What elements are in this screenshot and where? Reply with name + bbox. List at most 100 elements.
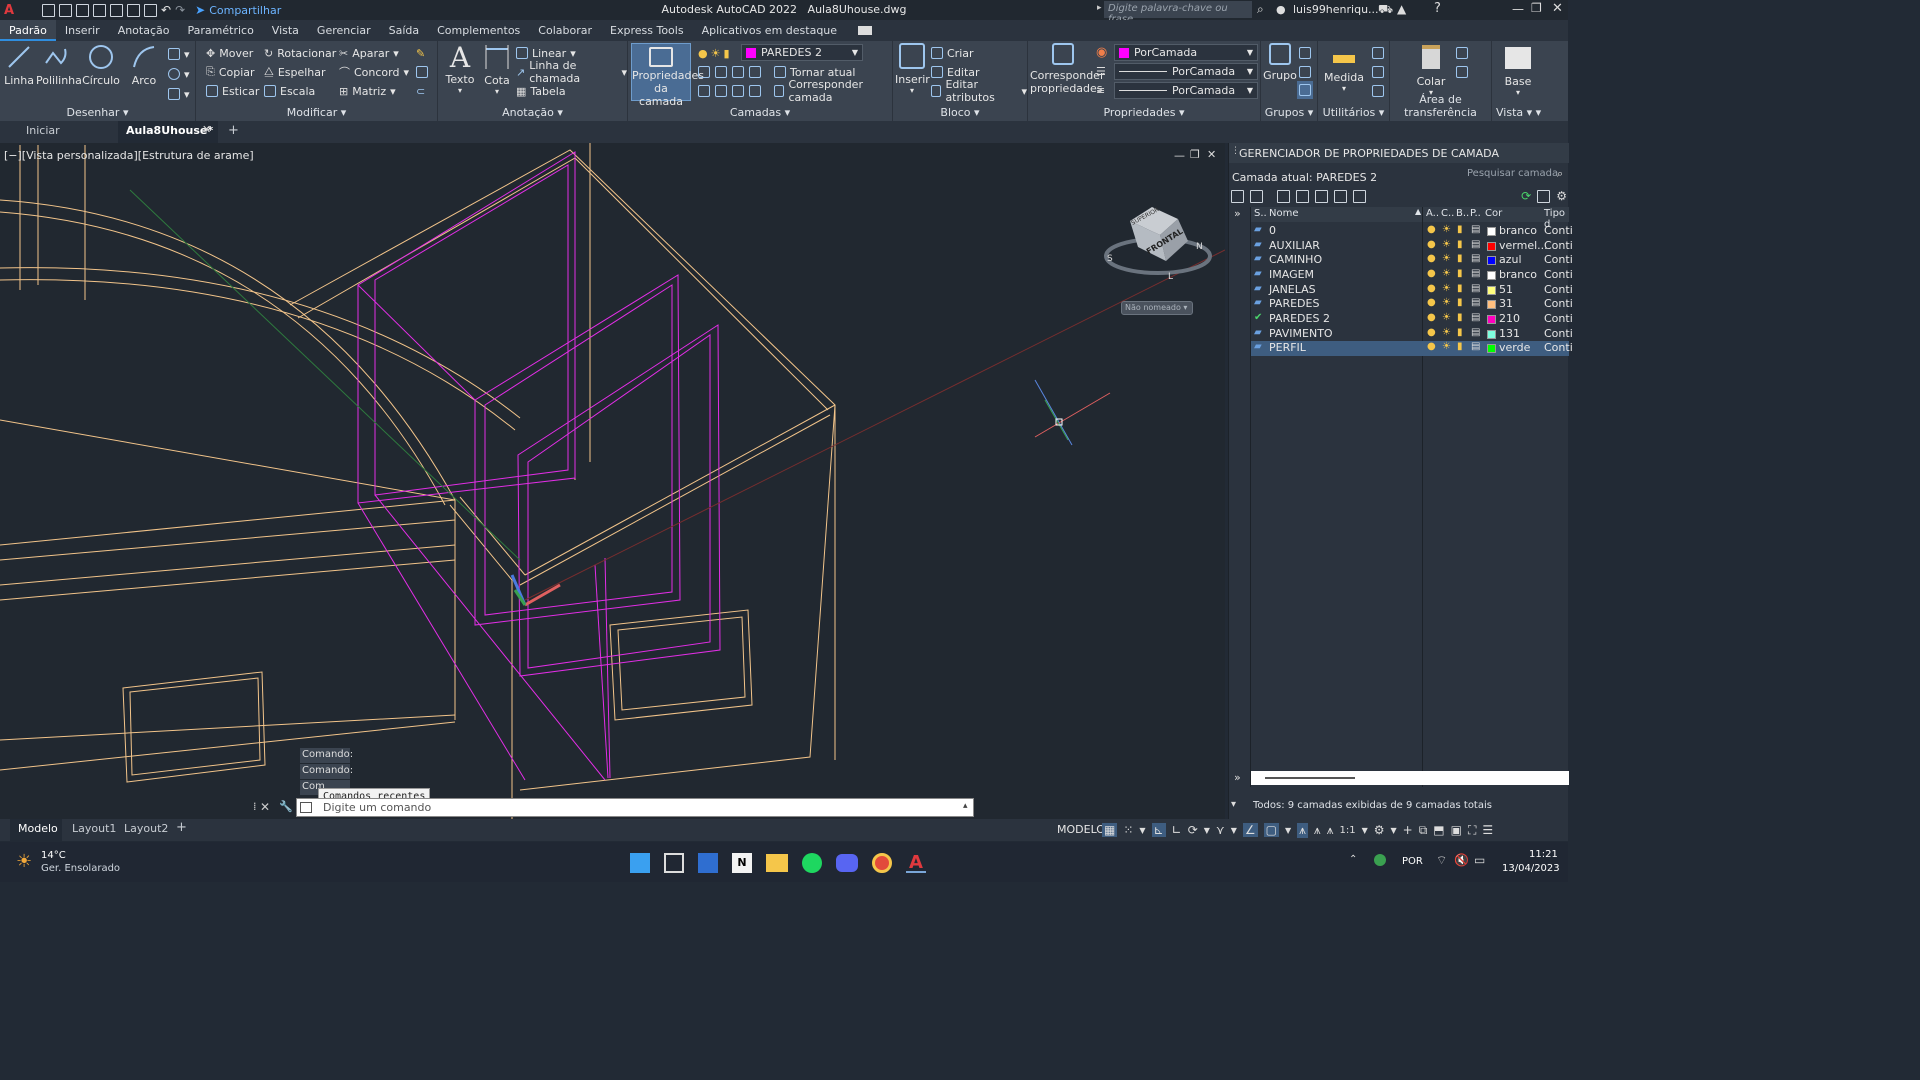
notion-icon[interactable]: N [732,853,752,873]
set-current-icon[interactable] [1353,189,1366,203]
unlock-icon[interactable]: ▮ [1457,283,1463,294]
expand-filters-icon[interactable]: » [1234,207,1241,220]
layer-lock-icon[interactable] [749,66,761,78]
workspace-gear-icon[interactable]: ⚙ [1374,823,1385,837]
lightbulb-icon[interactable]: ● [1427,224,1436,235]
search-icon[interactable]: ⌕ [1557,167,1563,181]
sun-icon[interactable]: ☀ [1442,341,1451,352]
layer-name[interactable]: CAMINHO [1269,253,1322,266]
col-color[interactable]: Cor [1485,208,1502,219]
layer-linetype[interactable]: Conti [1544,297,1573,310]
lock-icon[interactable]: ▮ [723,47,729,60]
layer-status-icon[interactable]: ▰ [1254,239,1262,250]
sun-icon[interactable]: ☀ [1442,253,1451,264]
layer-row[interactable]: ▰ PAVIMENTO ● ☀ ▮ ▤ 131 Conti [1251,327,1573,342]
lightbulb-icon[interactable]: ● [1427,283,1436,294]
layer-color-name[interactable]: 51 [1499,283,1513,296]
command-grip-icon[interactable]: ⁞ [253,800,257,813]
copy-clip-icon[interactable] [1456,63,1468,81]
unlock-icon[interactable]: ▮ [1457,312,1463,323]
lightbulb-icon[interactable]: ● [1427,297,1436,308]
battery-icon[interactable]: ▭ [1474,853,1485,867]
layer-previous-icon[interactable] [715,85,727,97]
store-icon[interactable] [698,853,718,873]
object-snap-icon[interactable]: ▢ [1263,823,1279,837]
layer-search-input[interactable]: Pesquisar camada [1467,168,1558,179]
wifi-icon[interactable]: ⌔ [1436,853,1447,868]
layer-row[interactable]: ▰ AUXILIAR ● ☀ ▮ ▤ vermel... Conti [1251,239,1573,254]
layer-status-icon[interactable]: ▰ [1254,224,1262,235]
color-dropdown[interactable]: PorCamada ▼ [1114,44,1258,61]
lightbulb-icon[interactable]: ● [1427,341,1436,352]
layer-color-swatch[interactable] [1487,300,1496,310]
command-close-icon[interactable]: ✕ [260,800,270,814]
help-icon[interactable]: ? [1434,1,1441,16]
annotation-visibility-icon[interactable]: ⩚ [1297,822,1308,838]
printer-icon[interactable]: ▤ [1471,341,1480,352]
panel-layers-title[interactable]: Camadas ▾ [628,106,892,119]
layer-name[interactable]: JANELAS [1269,283,1316,296]
layer-name[interactable]: PERFIL [1269,341,1306,354]
chevron-down-icon[interactable]: ▼ [1231,826,1237,835]
tab-vista[interactable]: Vista [263,20,308,41]
panel-clipboard-title[interactable]: Área de transferência [1390,93,1491,119]
close-tab-icon[interactable]: ✕ [202,123,211,136]
layer-linetype[interactable]: Conti [1544,224,1573,237]
restore-icon[interactable]: ❐ [1531,1,1542,15]
new-group-filter-icon[interactable] [1250,189,1263,203]
layer-name[interactable]: PAVIMENTO [1269,327,1333,340]
rectangle-icon[interactable]: ▾ [168,45,190,63]
ungroup-icon[interactable] [1299,44,1311,62]
hardware-acceleration-icon[interactable]: ⬒ [1433,823,1444,837]
layer-linetype[interactable]: Conti [1544,268,1573,281]
printer-icon[interactable]: ▤ [1471,253,1480,264]
volume-muted-icon[interactable]: 🔇 [1454,853,1469,867]
unlock-icon[interactable]: ▮ [1457,341,1463,352]
layer-status-icon[interactable]: ▰ [1254,297,1262,308]
group-select-icon[interactable] [1297,81,1313,99]
line-button[interactable]: Linha [4,43,34,87]
infer-constraints-icon[interactable]: ⊾ [1151,823,1166,837]
unlock-icon[interactable]: ▮ [1457,253,1463,264]
delete-layer-icon[interactable] [1334,189,1347,203]
tab-complementos[interactable]: Complementos [428,20,529,41]
dimension-button[interactable]: Cota ▾ [480,43,514,96]
layer-match-icon[interactable] [698,85,710,97]
autodesk-a360-icon[interactable]: ▲ [1397,2,1406,16]
polar-icon[interactable]: ⟳ [1188,823,1198,837]
annotation-scale-value[interactable]: 1:1 [1339,825,1355,836]
leader-button[interactable]: ↗ Linha de chamada ▾ [516,59,627,85]
layout-tab-layout1[interactable]: Layout1 [72,822,116,835]
new-tab-icon[interactable]: + [228,123,239,138]
layer-color-swatch[interactable] [1487,344,1496,354]
layer-color-swatch[interactable] [1487,329,1496,339]
unlock-icon[interactable]: ▮ [1457,239,1463,250]
printer-icon[interactable]: ▤ [1471,283,1480,294]
layer-name[interactable]: PAREDES 2 [1269,312,1330,325]
palette-title[interactable]: GERENCIADOR DE PROPRIEDADES DE CAMADA [1229,143,1569,163]
clean-screen-icon[interactable]: ▣ [1451,823,1462,837]
printer-icon[interactable]: ▤ [1471,312,1480,323]
layer-off-icon[interactable] [715,66,727,78]
palette-grip-icon[interactable]: ⋮ [1231,146,1240,156]
layer-status-icon[interactable]: ▰ [1254,268,1262,279]
autocad-taskbar-icon[interactable]: A [906,853,926,873]
arc-button[interactable]: Arco [128,43,160,87]
group-edit-icon[interactable] [1299,63,1311,81]
hamburger-menu-icon[interactable]: ☰ [1482,823,1493,837]
ortho-icon[interactable]: ∟ [1172,823,1182,837]
language-indicator[interactable]: POR [1402,856,1423,867]
filter-dropdown-icon[interactable]: ▾ [1231,799,1236,810]
search-icon[interactable]: ⌕ [1257,2,1264,17]
grid-icon[interactable]: ▦ [1102,823,1118,837]
user-account[interactable]: luis99henriqu... [1293,3,1379,16]
spotify-icon[interactable] [802,853,822,873]
layer-color-name[interactable]: 210 [1499,312,1520,325]
layer-name[interactable]: 0 [1269,224,1276,237]
lightbulb-icon[interactable]: ● [1427,327,1436,338]
panel-modify-title[interactable]: Modificar ▾ [196,106,437,119]
layer-linetype[interactable]: Conti [1544,327,1573,340]
layer-color-name[interactable]: verde [1499,341,1530,354]
text-button[interactable]: A Texto ▾ [444,43,476,96]
layer-color-name[interactable]: azul [1499,253,1522,266]
